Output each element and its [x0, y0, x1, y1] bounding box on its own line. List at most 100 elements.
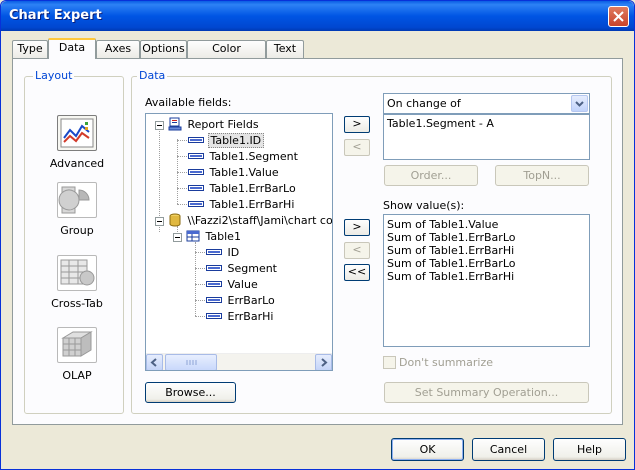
remove-all-show-values-button[interactable]: << — [344, 264, 370, 281]
layout-cross-tab-label: Cross-Tab — [51, 297, 103, 310]
layout-olap-label: OLAP — [62, 369, 92, 382]
tree-node-datasource[interactable]: \\Fazzi2\staff\Jami\chart con — [168, 213, 332, 229]
show-values-label: Show value(s): — [383, 199, 465, 212]
field-icon — [188, 201, 204, 207]
database-icon — [169, 213, 181, 227]
tree-item-label: ErrBarLo — [227, 294, 275, 307]
field-icon — [206, 281, 222, 287]
tree-node-table1-segment[interactable]: Table1.Segment — [188, 149, 300, 165]
close-icon — [613, 11, 624, 22]
available-fields-label: Available fields: — [145, 96, 232, 109]
on-change-of-selected: On change of — [387, 97, 461, 110]
order-button[interactable]: Order... — [384, 165, 478, 186]
set-summary-operation-button[interactable]: Set Summary Operation... — [384, 382, 589, 403]
tree-item-label: ID — [227, 246, 240, 259]
group-chart-icon — [57, 182, 97, 218]
window-title: Chart Expert — [9, 8, 102, 23]
tree-node-table1[interactable]: Table1 — [186, 229, 243, 245]
topn-button[interactable]: TopN... — [495, 165, 589, 186]
on-change-of-list[interactable]: Table1.Segment - A — [383, 114, 590, 160]
ok-button[interactable]: OK — [391, 438, 464, 461]
grip-icon — [186, 360, 197, 365]
tree-node-field-segment[interactable]: Segment — [206, 261, 279, 277]
field-icon — [188, 137, 204, 143]
report-fields-collapse-toggle[interactable] — [155, 121, 164, 130]
tree-horizontal-scrollbar[interactable] — [146, 353, 332, 370]
list-item[interactable]: Sum of Table1.ErrBarHi — [384, 244, 589, 257]
table1-collapse-toggle[interactable] — [173, 233, 182, 242]
remove-on-change-button[interactable]: < — [344, 139, 370, 156]
report-fields-label: Report Fields — [187, 118, 259, 131]
scroll-right-button[interactable] — [315, 354, 332, 370]
layout-group-button[interactable]: Group — [40, 182, 114, 237]
tree-item-label: Value — [227, 278, 258, 291]
layout-group-title: Layout — [33, 69, 75, 82]
field-icon — [188, 185, 204, 191]
tree-node-field-id[interactable]: ID — [206, 245, 241, 261]
chevron-down-icon — [575, 101, 584, 107]
field-icon — [206, 265, 222, 271]
tab-options[interactable]: Options — [140, 40, 187, 58]
list-item[interactable]: Sum of Table1.ErrBarLo — [384, 257, 589, 270]
tree-node-table1-value[interactable]: Table1.Value — [188, 165, 281, 181]
tree-item-label: Table1.ErrBarHi — [209, 198, 295, 211]
tab-data[interactable]: Data — [48, 38, 96, 59]
cancel-button[interactable]: Cancel — [472, 438, 545, 461]
field-icon — [188, 153, 204, 159]
report-fields-icon — [168, 117, 182, 131]
browse-button[interactable]: Browse... — [145, 382, 236, 403]
data-group-title: Data — [137, 69, 168, 82]
layout-olap-button[interactable]: OLAP — [40, 327, 114, 382]
list-item[interactable]: Sum of Table1.Value — [384, 218, 589, 231]
advanced-chart-icon — [57, 115, 97, 151]
remove-show-value-button[interactable]: < — [344, 242, 370, 259]
title-bar[interactable]: Chart Expert — [1, 1, 634, 31]
layout-advanced-button[interactable]: Advanced — [40, 115, 114, 170]
field-icon — [206, 297, 222, 303]
chart-expert-window: Chart Expert Type Data Axes Options Colo… — [0, 0, 635, 470]
field-icon — [188, 169, 204, 175]
tree-node-field-errbarlo[interactable]: ErrBarLo — [206, 293, 277, 309]
list-item[interactable]: Sum of Table1.ErrBarLo — [384, 231, 589, 244]
layout-cross-tab-button[interactable]: Cross-Tab — [40, 255, 114, 310]
dropdown-arrow-button[interactable] — [571, 95, 588, 112]
olap-chart-icon — [57, 327, 97, 363]
tree-item-label: Table1.ID — [207, 133, 265, 148]
dont-summarize-checkbox[interactable] — [383, 356, 396, 369]
tab-type[interactable]: Type — [12, 40, 48, 58]
tree-node-report-fields[interactable]: Report Fields — [168, 117, 261, 133]
tree-item-label: Table1.Value — [209, 166, 279, 179]
tree-node-table1-id[interactable]: Table1.ID — [188, 133, 265, 149]
tab-axes[interactable]: Axes — [96, 40, 140, 58]
list-item[interactable]: Table1.Segment - A — [384, 117, 589, 130]
available-fields-tree[interactable]: Report Fields Table1.ID Table1.Segment T… — [145, 113, 333, 371]
add-show-value-button[interactable]: > — [344, 219, 370, 236]
scroll-thumb[interactable] — [165, 354, 217, 370]
add-on-change-button[interactable]: > — [344, 116, 370, 133]
layout-advanced-label: Advanced — [49, 157, 105, 170]
tree-item-label: Segment — [227, 262, 278, 275]
on-change-of-dropdown[interactable]: On change of — [383, 93, 590, 114]
tree-node-field-errbarhi[interactable]: ErrBarHi — [206, 309, 275, 325]
help-button[interactable]: Help — [553, 438, 626, 461]
field-icon — [206, 249, 222, 255]
scroll-left-button[interactable] — [146, 354, 163, 370]
table1-label: Table1 — [205, 230, 241, 243]
tab-color-highlight[interactable]: Color Highlight — [187, 40, 266, 71]
tree-item-label: Table1.ErrBarLo — [209, 182, 296, 195]
tree-item-label: Table1.Segment — [209, 150, 298, 163]
tree-node-table1-errbarhi[interactable]: Table1.ErrBarHi — [188, 197, 296, 213]
layout-group-label: Group — [60, 224, 94, 237]
show-values-list[interactable]: Sum of Table1.Value Sum of Table1.ErrBar… — [383, 214, 590, 347]
datasource-collapse-toggle[interactable] — [155, 217, 164, 226]
dont-summarize-label: Don't summarize — [399, 356, 493, 369]
tree-node-field-value[interactable]: Value — [206, 277, 260, 293]
close-button[interactable] — [608, 6, 629, 27]
field-icon — [206, 313, 222, 319]
tree-item-label: ErrBarHi — [227, 310, 274, 323]
chevron-left-icon — [150, 358, 157, 367]
tab-text[interactable]: Text — [266, 40, 304, 58]
tree-node-table1-errbarlo[interactable]: Table1.ErrBarLo — [188, 181, 298, 197]
list-item[interactable]: Sum of Table1.ErrBarHi — [384, 270, 589, 283]
table-icon — [186, 230, 200, 242]
